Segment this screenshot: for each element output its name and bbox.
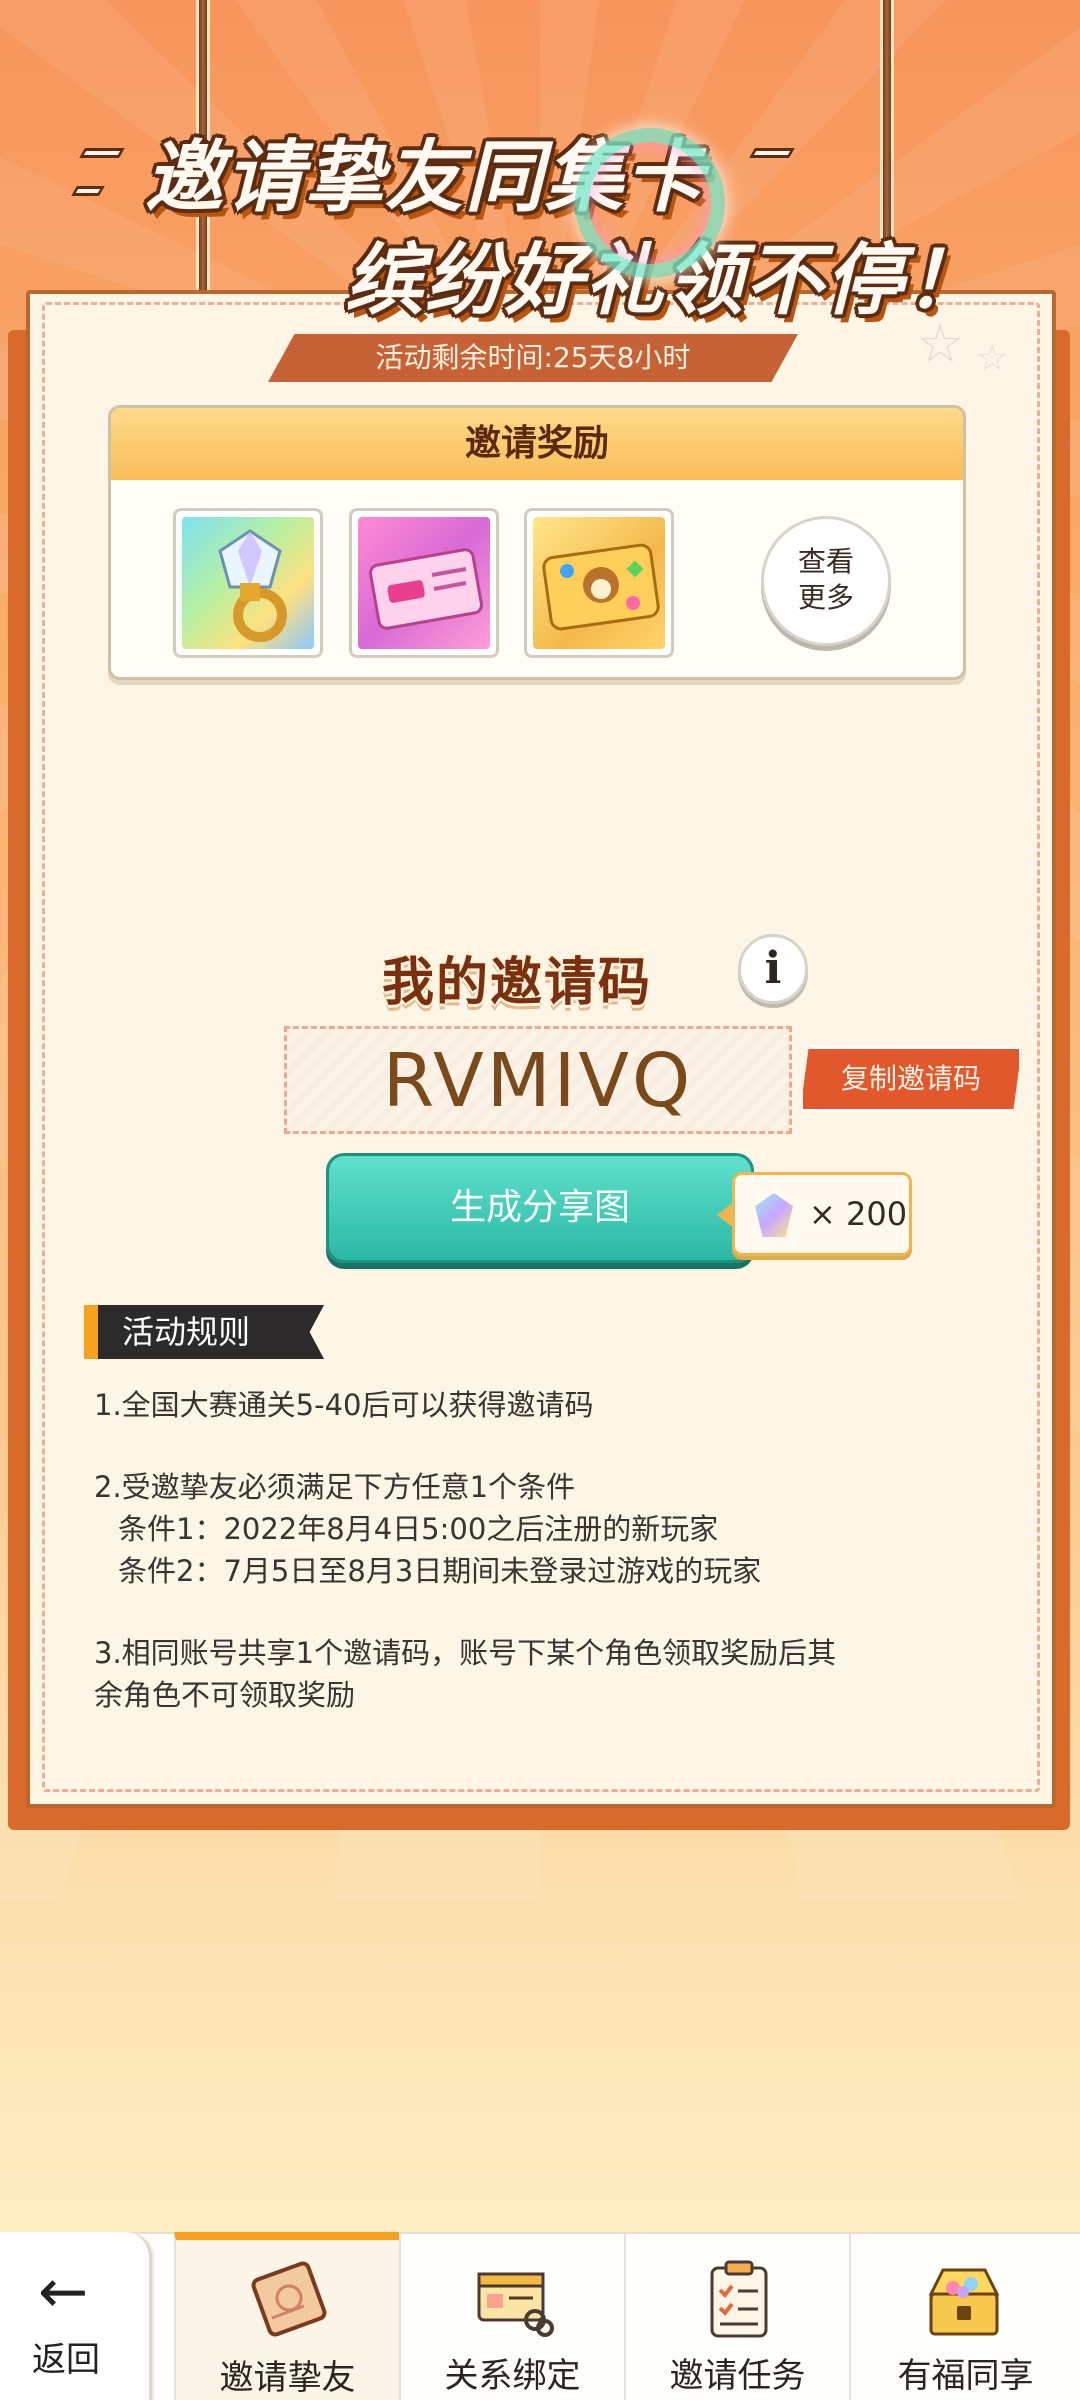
rule-condition: 条件1：2022年8月4日5:00之后注册的新玩家	[118, 1512, 719, 1546]
back-label: 返回	[32, 2340, 100, 2380]
invite-scroll-icon	[251, 2261, 327, 2337]
invite-code-value: RVMIVQ	[284, 1026, 792, 1134]
gem-ring-icon	[755, 1193, 793, 1237]
back-button[interactable]: ← 返回	[0, 2232, 152, 2400]
gem-ring-icon	[182, 517, 314, 649]
title-dash-decoration	[71, 186, 105, 196]
copy-invite-code-button[interactable]: 复制邀请码	[800, 1046, 1022, 1112]
reward-item-gem-ring[interactable]	[173, 508, 323, 658]
tab-relationship-binding[interactable]: 关系绑定	[399, 2232, 624, 2400]
tab-invite-tasks[interactable]: 邀请任务	[624, 2232, 849, 2400]
rule-condition: 条件2：7月5日至8月3日期间未登录过游戏的玩家	[118, 1554, 762, 1588]
clipboard-checklist-icon	[710, 2260, 768, 2338]
rule-line: 余角色不可领取奖励	[94, 1678, 356, 1712]
view-more-button[interactable]: 查看 更多	[761, 516, 891, 646]
rules-section-title: 活动规则	[84, 1305, 324, 1359]
invite-reward-card: 邀请奖励 查看 更多	[108, 405, 966, 680]
pink-ticket-icon	[358, 517, 490, 649]
tab-share-fortune-label: 有福同享	[897, 2356, 1034, 2396]
id-card-link-icon	[477, 2272, 554, 2337]
generate-share-image-button[interactable]: 生成分享图	[326, 1153, 754, 1263]
share-reward-tag: × 200	[717, 1172, 912, 1256]
reward-card-title: 邀请奖励	[111, 408, 963, 480]
reward-item-pink-ticket[interactable]	[349, 508, 499, 658]
share-reward-amount: × 200	[809, 1195, 908, 1233]
tab-invite-friends[interactable]: 邀请挚友	[174, 2232, 399, 2400]
rule-line: 1.全国大赛通关5-40后可以获得邀请码	[94, 1388, 594, 1422]
treasure-chest-icon	[928, 2268, 1000, 2336]
tab-relationship-binding-label: 关系绑定	[444, 2356, 581, 2396]
rule-line: 3.相同账号共享1个邀请码，账号下某个角色领取奖励后其	[94, 1636, 837, 1670]
my-invite-code-title: 我的邀请码	[382, 953, 653, 1013]
title-dash-decoration	[749, 148, 795, 158]
back-arrow-icon: ←	[38, 2257, 89, 2327]
star-decoration-icon: ☆	[976, 338, 1009, 379]
tab-share-fortune[interactable]: 有福同享	[849, 2232, 1080, 2400]
halo-ring-decoration	[575, 128, 725, 278]
title-dash-decoration	[79, 148, 125, 158]
info-icon[interactable]: i	[738, 934, 808, 1004]
view-more-label-line1: 查看	[797, 545, 854, 578]
reward-item-card-pack[interactable]	[524, 508, 674, 658]
rule-line: 2.受邀挚友必须满足下方任意1个条件	[94, 1470, 576, 1504]
tab-invite-tasks-label: 邀请任务	[669, 2356, 806, 2396]
event-timer: 活动剩余时间:25天8小时	[268, 334, 798, 382]
view-more-label-line2: 更多	[797, 581, 854, 614]
tab-invite-friends-label: 邀请挚友	[219, 2358, 356, 2398]
card-pack-icon	[533, 517, 665, 649]
